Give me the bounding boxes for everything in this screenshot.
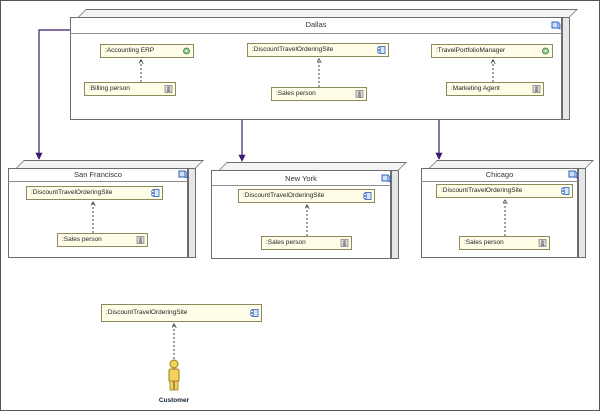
node-cube-icon [381,174,391,183]
component-icon [151,189,160,197]
component-label: :Marketing Agent [451,85,500,92]
link-dallas-sf [35,29,70,160]
node-dallas[interactable]: Dallas [70,9,578,120]
deployment-diagram: Dallas San Francisco New York Chicago:A… [0,0,600,411]
component-discount-site[interactable]: :DiscountTravelOrderingSite [436,184,573,198]
component-label: :DiscountTravelOrderingSite [441,187,523,194]
actor-label: Customer [158,397,190,404]
component-label: :Billing person [89,85,130,92]
component-label: :Sales person [276,90,316,97]
component-label: :Sales person [464,239,504,246]
node-title: Chicago [485,170,514,179]
node-title: San Francisco [74,170,122,179]
person-icon [538,239,547,247]
component-label: :DiscountTravelOrderingSite [31,189,113,196]
component-discount-site[interactable]: :DiscountTravelOrderingSite [247,43,389,57]
node-title: Dallas [305,20,327,29]
node-cube-icon [568,170,578,179]
component-discount-site[interactable]: :DiscountTravelOrderingSite [26,186,163,200]
component-label: :DiscountTravelOrderingSite [243,192,325,199]
component-label: :TravelPortfolioManager [436,47,506,54]
component-marketing-agent[interactable]: :Marketing Agent [446,82,544,96]
component-discount-site[interactable]: :DiscountTravelOrderingSite [101,304,262,322]
component-discount-site[interactable]: :DiscountTravelOrderingSite [238,189,375,203]
component-sales-person[interactable]: :Sales person [271,87,367,101]
person-icon [355,90,364,98]
gear-icon [183,47,190,55]
component-icon [561,187,570,195]
person-icon [136,236,145,244]
component-label: :Accounting ERP [105,47,155,54]
node-title: New York [285,174,317,183]
component-sales-person[interactable]: :Sales person [57,233,148,247]
component-label: :DiscountTravelOrderingSite [106,309,188,316]
component-icon [363,192,372,200]
actor-icon [168,359,180,391]
component-billing-person[interactable]: :Billing person [84,82,176,96]
actor-customer[interactable]: Customer [149,359,199,404]
node-cube-icon [551,21,561,30]
component-sales-person[interactable]: :Sales person [459,236,550,250]
component-icon [250,309,259,317]
component-sales-person[interactable]: :Sales person [261,236,352,250]
person-icon [164,85,173,93]
component-accounting-erp[interactable]: :Accounting ERP [100,44,194,58]
node-cube-icon [178,170,188,179]
gear-icon [542,47,549,55]
component-travel-portfolio-manager[interactable]: :TravelPortfolioManager [431,44,553,58]
person-icon [340,239,349,247]
component-label: :DiscountTravelOrderingSite [252,46,334,53]
person-icon [532,85,541,93]
component-label: :Sales person [266,239,306,246]
component-icon [377,46,386,54]
component-label: :Sales person [62,236,102,243]
